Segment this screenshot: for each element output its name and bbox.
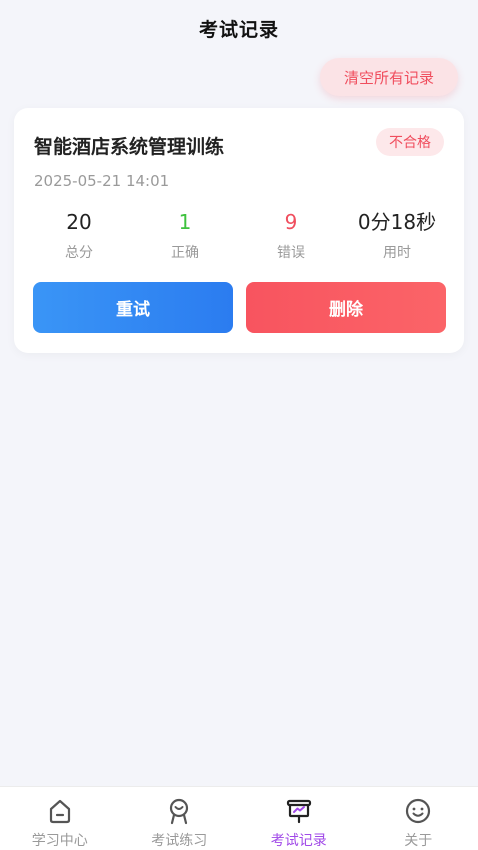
tab-label: 关于 xyxy=(404,833,433,849)
nav-bar: 考试记录 xyxy=(0,0,478,56)
stat-label: 错误 xyxy=(277,245,305,261)
stat-label: 正确 xyxy=(171,245,199,261)
tab-label: 考试练习 xyxy=(151,833,208,849)
stat-value: 9 xyxy=(284,210,298,234)
practice-icon xyxy=(170,798,189,825)
tab-exam-practice[interactable]: 考试练习 xyxy=(120,787,240,850)
stat-value: 0分18秒 xyxy=(357,210,437,234)
page-title: 考试记录 xyxy=(198,18,279,41)
stat-correct: 1 正确 xyxy=(132,208,238,268)
record-stats: 20 总分 1 正确 9 错误 0分18秒 用时 xyxy=(14,208,464,268)
stat-value: 20 xyxy=(66,210,92,234)
delete-button[interactable]: 删除 xyxy=(246,282,446,333)
tab-about[interactable]: 关于 xyxy=(359,787,478,850)
retry-button[interactable]: 重试 xyxy=(33,282,233,333)
tab-exam-records[interactable]: 考试记录 xyxy=(239,787,359,850)
tab-learning-center[interactable]: 学习中心 xyxy=(0,787,120,850)
stat-wrong: 9 错误 xyxy=(238,208,344,268)
stat-value: 1 xyxy=(178,210,192,234)
exam-records-page: 考试记录 清空所有记录 智能酒店系统管理训练 不合格 2025-05-21 14… xyxy=(0,0,478,850)
stat-label: 总分 xyxy=(65,245,93,261)
tab-label: 学习中心 xyxy=(31,833,88,849)
tab-label: 考试记录 xyxy=(270,833,327,849)
home-icon xyxy=(49,799,70,824)
stat-label: 用时 xyxy=(383,245,411,261)
record-card: 智能酒店系统管理训练 不合格 2025-05-21 14:01 20 总分 1 … xyxy=(14,108,464,353)
tab-bar: 学习中心 考试练习 考试记录 关于 xyxy=(0,786,478,850)
record-title: 智能酒店系统管理训练 xyxy=(34,136,225,158)
record-icon xyxy=(286,799,311,824)
stat-duration: 0分18秒 用时 xyxy=(344,208,450,268)
smile-icon xyxy=(406,798,431,824)
record-time: 2025-05-21 14:01 xyxy=(34,172,170,190)
stat-total-score: 20 总分 xyxy=(26,208,132,268)
clear-all-records-button[interactable]: 清空所有记录 xyxy=(320,58,458,96)
status-badge: 不合格 xyxy=(376,128,444,156)
